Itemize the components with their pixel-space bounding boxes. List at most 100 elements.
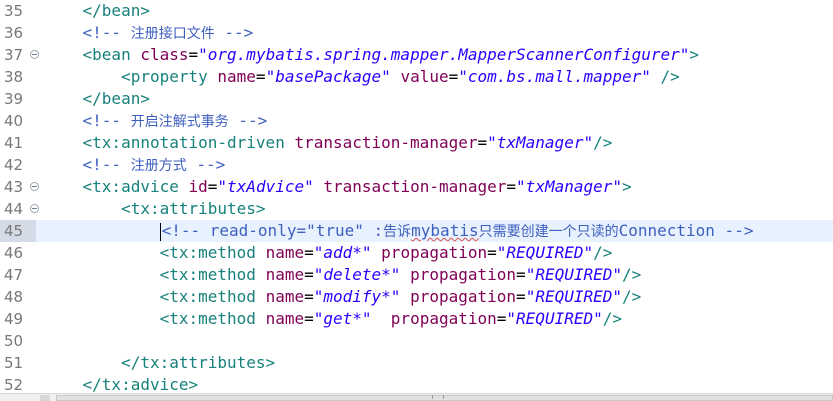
code-token: --> [186, 155, 226, 174]
code-text: <bean class="org.mybatis.spring.mapper.M… [44, 44, 700, 66]
code-token: --> [214, 23, 254, 42]
code-text: </bean> [44, 0, 150, 22]
code-token: "REQUIRED" [525, 287, 623, 306]
code-token: "add*" [313, 243, 372, 262]
code-token: <tx:attributes> [121, 199, 266, 218]
code-token: </bean> [82, 1, 150, 20]
line-number: 35 [4, 2, 24, 20]
horizontal-scrollbar[interactable] [0, 393, 833, 401]
code-token: > [689, 45, 700, 64]
code-line[interactable]: 40 <!-- 开启注解式事务 --> [0, 110, 833, 132]
code-line[interactable]: 49 <tx:method name="get*" propagation="R… [0, 308, 833, 330]
code-token: Connection --> [618, 221, 754, 240]
code-line[interactable]: 36 <!-- 注册接口文件 --> [0, 22, 833, 44]
code-token: = [506, 177, 517, 196]
code-line[interactable]: 44 <tx:attributes> [0, 198, 833, 220]
code-token: propagation [390, 309, 497, 328]
fold-minus-icon[interactable] [30, 50, 39, 59]
code-text: <tx:method name="add*" propagation="REQU… [44, 242, 613, 264]
code-token: "REQUIRED" [525, 265, 623, 284]
code-line[interactable]: 38 <property name="basePackage" value="c… [0, 66, 833, 88]
code-token: /> [622, 287, 642, 306]
code-token: "get*" [313, 309, 372, 328]
code-token: "txManager" [516, 177, 623, 196]
code-line[interactable]: 51 </tx:attributes> [0, 352, 833, 374]
code-token: = [448, 67, 459, 86]
code-token: </tx:advice> [82, 375, 199, 394]
code-text: <tx:attributes> [44, 198, 266, 220]
line-number: 38 [4, 68, 24, 86]
code-token: name [265, 309, 305, 328]
line-number: 36 [4, 24, 24, 42]
code-token: value [400, 67, 449, 86]
code-token: = [516, 287, 526, 306]
code-token: <tx:method [159, 265, 266, 284]
code-token: transaction-manager [294, 133, 478, 152]
code-text: </tx:attributes> [44, 352, 275, 374]
code-token: "REQUIRED" [506, 309, 603, 328]
code-token: mybatis [411, 221, 479, 240]
code-token: </bean> [82, 89, 150, 108]
code-token: = [207, 177, 218, 196]
code-token: /> [593, 133, 613, 152]
code-token: 告诉 [383, 224, 412, 240]
code-token: <bean [82, 45, 141, 64]
code-text: <property name="basePackage" value="com.… [44, 66, 680, 88]
code-token: /> [602, 309, 622, 328]
scroll-left-arrow-icon[interactable] [40, 395, 50, 401]
code-token: name [265, 265, 305, 284]
code-token: "delete*" [313, 265, 401, 284]
line-number: 45 [0, 220, 36, 242]
code-token: 注册方式 [130, 158, 187, 174]
code-token: "com.bs.mall.mapper" [458, 67, 651, 86]
code-token: --> [228, 111, 268, 130]
code-editor[interactable]: 35 </bean> 36 <!-- 注册接口文件 --> 37 <bean cla… [0, 0, 833, 394]
code-token: <!-- [82, 23, 131, 42]
code-token: propagation [381, 243, 488, 262]
code-token: = [487, 243, 497, 262]
fold-minus-icon[interactable] [30, 182, 39, 191]
code-token: = [304, 309, 314, 328]
code-text: <!-- 注册方式 --> [44, 154, 226, 177]
code-line[interactable]: 46 <tx:method name="add*" propagation="R… [0, 242, 833, 264]
code-token: /> [650, 67, 680, 86]
text-cursor [159, 222, 161, 241]
code-line[interactable]: 47 <tx:method name="delete*" propagation… [0, 264, 833, 286]
code-line[interactable]: 35 </bean> [0, 0, 833, 22]
code-token: "modify*" [313, 287, 401, 306]
code-token: <!-- read-only="true" : [161, 221, 384, 240]
code-token: <tx:method [159, 309, 266, 328]
code-token: = [304, 287, 314, 306]
line-number: 41 [4, 134, 24, 152]
code-text: <tx:method name="delete*" propagation="R… [44, 264, 642, 286]
code-line[interactable]: 45 <!-- read-only="true" :告诉mybatis只需要创建… [0, 220, 833, 242]
line-number: 50 [4, 332, 24, 350]
code-token: 开启注解式事务 [130, 114, 229, 130]
code-token: name [265, 243, 305, 262]
line-number: 40 [4, 112, 24, 130]
code-line[interactable]: 48 <tx:method name="modify*" propagation… [0, 286, 833, 308]
code-token: = [477, 133, 488, 152]
code-token: 注册接口文件 [130, 26, 215, 42]
code-text: <tx:method name="modify*" propagation="R… [44, 286, 642, 308]
code-token: <!-- [82, 111, 131, 130]
fold-minus-icon[interactable] [30, 204, 39, 213]
code-line[interactable]: 39 </bean> [0, 88, 833, 110]
scrollbar-thumb[interactable] [56, 395, 833, 401]
line-number: 39 [4, 90, 24, 108]
code-token: = [304, 243, 314, 262]
code-token: <tx:method [159, 287, 266, 306]
code-token: = [496, 309, 507, 328]
line-number: 49 [4, 310, 24, 328]
code-token: /> [622, 265, 642, 284]
code-token: "basePackage" [265, 67, 391, 86]
code-line[interactable]: 50 [0, 330, 833, 352]
code-token: <!-- [82, 155, 131, 174]
code-line[interactable]: 42 <!-- 注册方式 --> [0, 154, 833, 176]
code-token: </tx:attributes> [121, 353, 276, 372]
code-token: name [265, 287, 305, 306]
code-line[interactable]: 43 <tx:advice id="txAdvice" transaction-… [0, 176, 833, 198]
code-line[interactable]: 37 <bean class="org.mybatis.spring.mappe… [0, 44, 833, 66]
code-line[interactable]: 41 <tx:annotation-driven transaction-man… [0, 132, 833, 154]
